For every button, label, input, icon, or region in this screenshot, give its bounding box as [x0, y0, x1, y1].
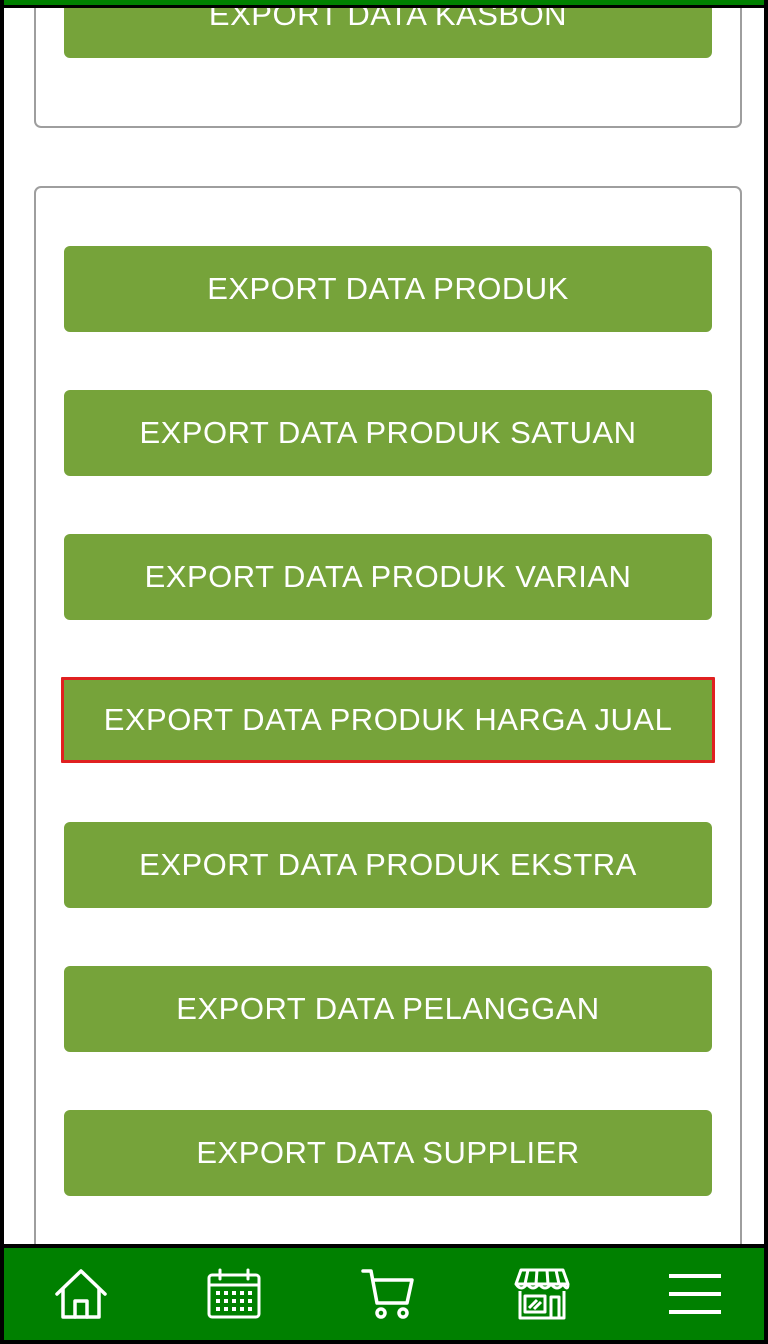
- export-kasbon-button[interactable]: EXPORT DATA KASBON: [64, 0, 712, 58]
- bottom-navigation: [4, 1244, 764, 1340]
- export-produk-satuan-button[interactable]: EXPORT DATA PRODUK SATUAN: [64, 390, 712, 476]
- nav-home[interactable]: [45, 1258, 117, 1330]
- nav-menu[interactable]: [659, 1258, 731, 1330]
- menu-icon: [669, 1274, 722, 1314]
- export-produk-harga-jual-button[interactable]: EXPORT DATA PRODUK HARGA JUAL: [61, 677, 715, 763]
- calendar-icon: [207, 1268, 261, 1319]
- nav-calendar[interactable]: [198, 1258, 270, 1330]
- cart-icon: [361, 1269, 414, 1319]
- nav-cart[interactable]: [352, 1258, 424, 1330]
- export-pelanggan-button[interactable]: EXPORT DATA PELANGGAN: [64, 966, 712, 1052]
- app-screen: EXPORT DATA KASBON EXPORT DATA PRODUK EX…: [0, 0, 768, 1344]
- export-produk-ekstra-button[interactable]: EXPORT DATA PRODUK EKSTRA: [64, 822, 712, 908]
- export-produk-button[interactable]: EXPORT DATA PRODUK: [64, 246, 712, 332]
- export-supplier-button[interactable]: EXPORT DATA SUPPLIER: [64, 1110, 712, 1196]
- store-icon: [514, 1268, 570, 1320]
- top-accent-bar: [4, 0, 764, 8]
- home-icon: [55, 1269, 107, 1319]
- export-produk-varian-button[interactable]: EXPORT DATA PRODUK VARIAN: [64, 534, 712, 620]
- nav-store[interactable]: [506, 1258, 578, 1330]
